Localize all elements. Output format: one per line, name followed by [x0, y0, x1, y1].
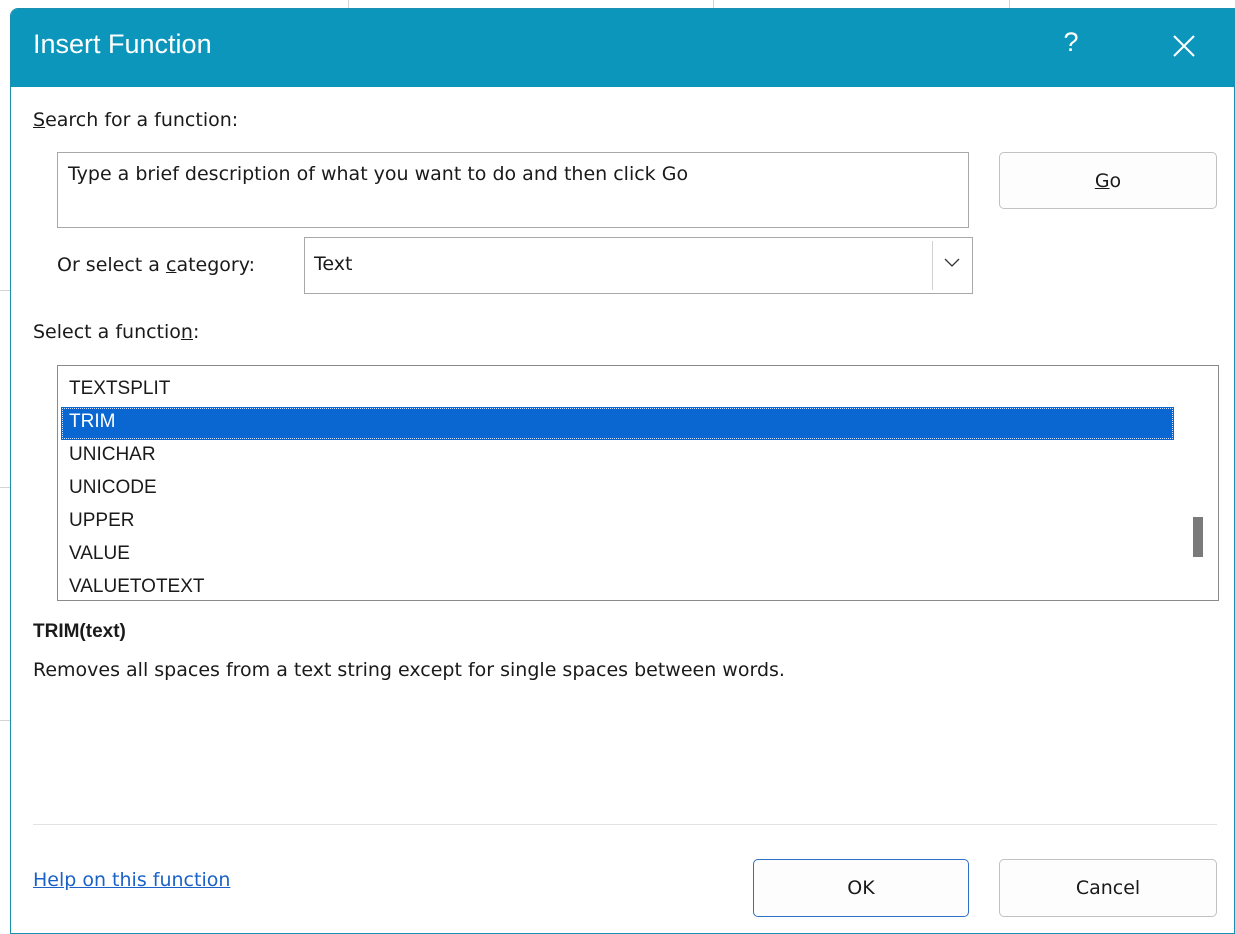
cancel-button[interactable]: Cancel: [999, 859, 1217, 917]
search-input[interactable]: Type a brief description of what you wan…: [57, 152, 969, 228]
category-dropdown-button[interactable]: [932, 241, 970, 290]
function-list-item[interactable]: VALUETOTEXT: [61, 572, 1174, 600]
help-on-function-link[interactable]: Help on this function: [33, 869, 230, 891]
function-list-label-text-end: :: [192, 321, 200, 343]
go-button-accelerator: G: [1094, 169, 1110, 192]
scrollbar-thumb[interactable]: [1193, 517, 1203, 557]
function-signature: TRIM(text): [33, 621, 126, 642]
go-button-label: o: [1109, 169, 1122, 192]
search-label-text: earch for a function:: [45, 109, 239, 131]
gridline: [0, 720, 10, 721]
help-button[interactable]: ?: [1056, 27, 1086, 67]
function-list-label-accelerator: n: [180, 321, 193, 343]
function-list[interactable]: TEXTSPLIT TRIM UNICHAR UNICODE UPPER VAL…: [57, 365, 1219, 601]
dialog-title-bar[interactable]: Insert Function ?: [11, 9, 1234, 87]
function-list-item-selected[interactable]: TRIM: [61, 407, 1174, 440]
function-list-item[interactable]: VALUE: [61, 539, 1174, 572]
category-label-accelerator: c: [165, 254, 177, 276]
footer-divider: [33, 824, 1217, 825]
search-label: Search for a function:: [33, 109, 238, 131]
function-list-item[interactable]: UPPER: [61, 506, 1174, 539]
category-label-text-end: ategory:: [176, 254, 255, 276]
gridline: [0, 487, 10, 488]
close-button[interactable]: [1161, 23, 1207, 69]
go-button[interactable]: Go: [999, 152, 1217, 209]
function-list-item[interactable]: UNICODE: [61, 473, 1174, 506]
category-label-text: Or select a: [57, 254, 166, 276]
insert-function-dialog: Insert Function ? Search for a function:…: [10, 8, 1235, 934]
category-select[interactable]: Text: [304, 237, 973, 294]
category-label: Or select a category:: [57, 254, 255, 276]
function-list-label: Select a function:: [33, 321, 199, 343]
chevron-down-icon: [944, 258, 960, 267]
close-icon: [1173, 35, 1195, 57]
function-list-item[interactable]: UNICHAR: [61, 440, 1174, 473]
category-selected-value: Text: [314, 253, 353, 275]
function-list-item[interactable]: TEXTSPLIT: [61, 374, 1174, 407]
ok-button[interactable]: OK: [753, 859, 969, 917]
function-list-label-text: Select a functio: [33, 321, 181, 343]
gridline: [0, 290, 10, 291]
dialog-title: Insert Function: [33, 29, 212, 59]
function-list-scrollbar[interactable]: [1177, 367, 1217, 599]
function-description: Removes all spaces from a text string ex…: [33, 659, 785, 681]
search-label-accelerator: S: [33, 109, 46, 131]
